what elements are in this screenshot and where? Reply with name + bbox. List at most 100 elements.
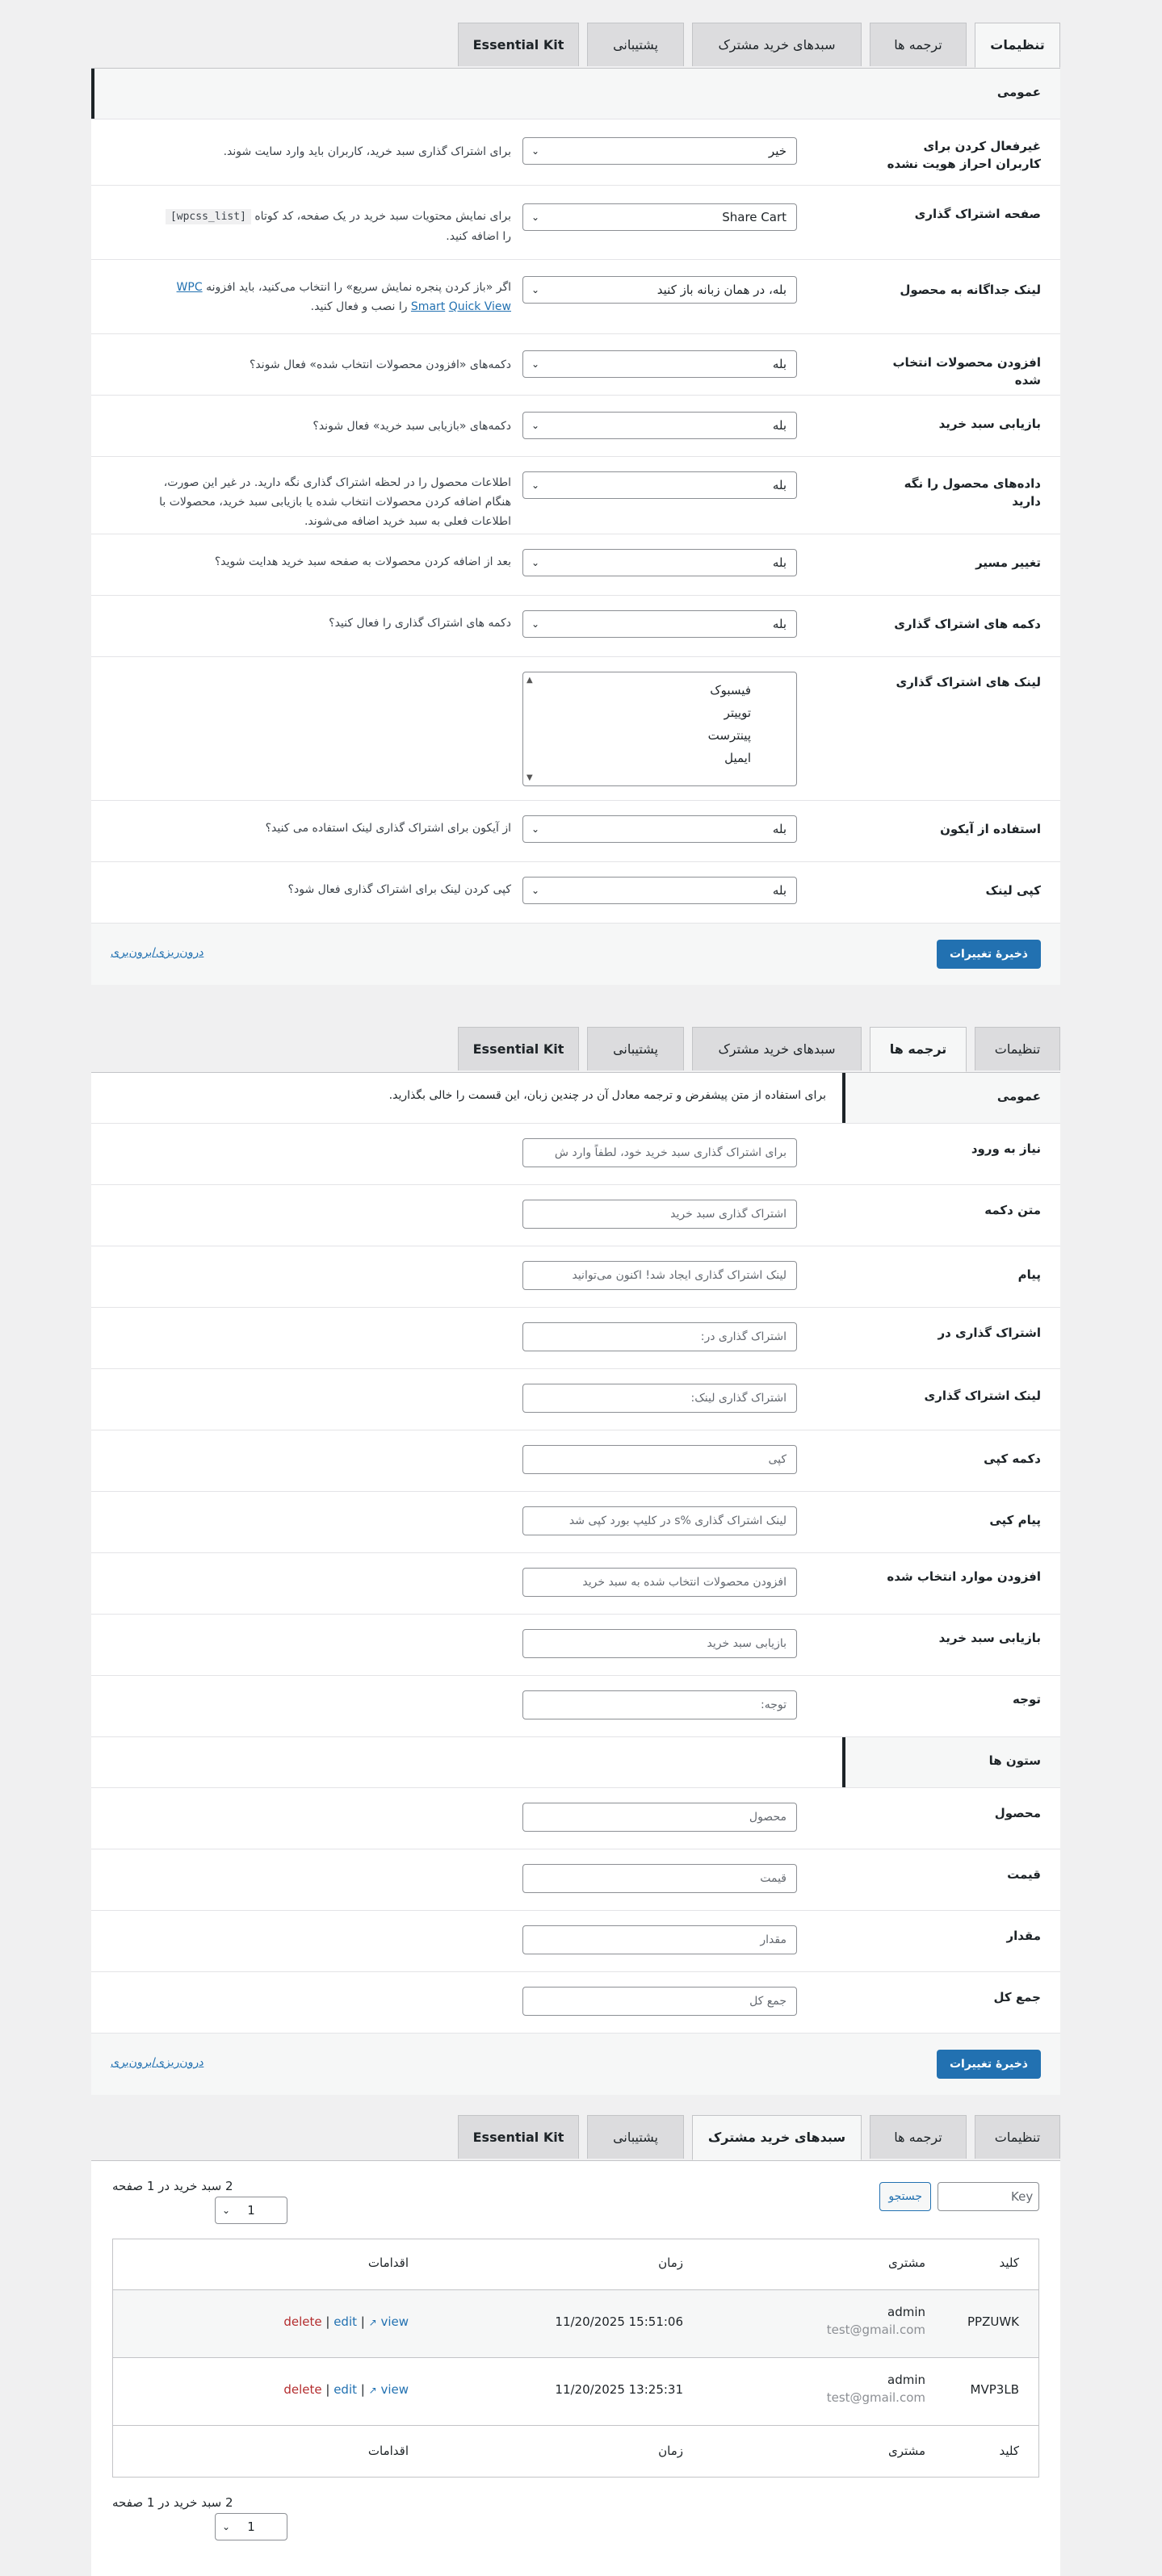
tab-settings[interactable]: تنظیمات bbox=[975, 1027, 1060, 1070]
text-input[interactable]: کپی bbox=[522, 1445, 797, 1474]
select-field[interactable]: Share Cart ⌄ bbox=[522, 203, 797, 231]
tab-shared-carts[interactable]: سبدهای خرید مشترک bbox=[692, 2115, 862, 2160]
column-header: اقدامات bbox=[367, 2256, 409, 2270]
import-export-link[interactable]: درون‌ریزی/برون‌بری bbox=[111, 2056, 203, 2069]
field-label: لینک اشتراک گذاری bbox=[924, 1389, 1041, 1403]
text-input[interactable]: توجه: bbox=[522, 1690, 797, 1719]
share-links-multiselect[interactable]: فیسبوک توییتر پینترست ایمیل ▲ ▼ bbox=[522, 672, 797, 786]
tab-essential-kit[interactable]: Essential Kit bbox=[458, 1027, 579, 1070]
delete-link[interactable]: delete bbox=[283, 2314, 321, 2329]
separator: | bbox=[325, 2314, 334, 2329]
view-link[interactable]: view bbox=[380, 2382, 409, 2397]
column-row: محصول محصول bbox=[91, 1787, 1060, 1849]
tab-shared-carts[interactable]: سبدهای خرید مشترک bbox=[692, 23, 862, 66]
import-export-link[interactable]: درون‌ریزی/برون‌بری bbox=[111, 946, 203, 959]
field-description: کپی کردن لینک برای اشتراک گذاری فعال شود… bbox=[287, 883, 511, 896]
tab-bar: تنظیمات ترجمه ها سبدهای خرید مشترک پشتیب… bbox=[91, 2115, 1060, 2160]
scrollbar[interactable]: ▲ ▼ bbox=[523, 672, 536, 785]
tab-support[interactable]: پشتیبانی bbox=[587, 23, 684, 66]
field-description: بعد از اضافه کردن محصولات به صفحه سبد خر… bbox=[214, 555, 511, 568]
tab-translations[interactable]: ترجمه ها bbox=[870, 23, 967, 66]
text-input[interactable]: افزودن محصولات انتخاب شده به سبد خرید bbox=[522, 1568, 797, 1597]
select-field[interactable]: بله ⌄ bbox=[522, 412, 797, 439]
select-field[interactable]: بله ⌄ bbox=[522, 877, 797, 904]
plugin-link[interactable]: Quick View bbox=[449, 300, 511, 313]
select-field[interactable]: بله ⌄ bbox=[522, 471, 797, 499]
select-field[interactable]: بله، در همان زبانه باز کنید ⌄ bbox=[522, 276, 797, 304]
view-link[interactable]: view bbox=[380, 2314, 409, 2329]
list-option[interactable]: فیسبوک bbox=[523, 679, 796, 702]
text-input[interactable]: بازیابی سبد خرید bbox=[522, 1629, 797, 1658]
tab-shared-carts[interactable]: سبدهای خرید مشترک bbox=[692, 1027, 862, 1070]
text-input[interactable]: اشتراک گذاری سبد خرید bbox=[522, 1200, 797, 1229]
section-title: ستون ها bbox=[988, 1753, 1041, 1768]
setting-row: لینک جداگانه به محصول بله، در همان زبانه… bbox=[91, 259, 1060, 333]
column-header: اقدامات bbox=[367, 2444, 409, 2458]
customer-name: admin bbox=[887, 2373, 925, 2387]
tab-support[interactable]: پشتیبانی bbox=[587, 1027, 684, 1070]
scroll-up-icon[interactable]: ▲ bbox=[526, 676, 533, 685]
external-link-icon[interactable]: ↗ bbox=[369, 2385, 377, 2396]
select-value: بله bbox=[772, 883, 787, 898]
field-label: پیام کپی bbox=[989, 1513, 1041, 1527]
column-header: مشتری bbox=[888, 2256, 925, 2270]
select-field[interactable]: بله ⌄ bbox=[522, 549, 797, 576]
save-button[interactable]: ذخیرهٔ تغییرات bbox=[936, 2050, 1041, 2079]
select-value: بله، در همان زبانه باز کنید bbox=[657, 283, 787, 297]
tab-essential-kit[interactable]: Essential Kit bbox=[458, 23, 579, 66]
translation-row: نیاز به ورود برای اشتراک گذاری سبد خرید … bbox=[91, 1123, 1060, 1184]
text-input[interactable]: جمع کل bbox=[522, 1987, 797, 2016]
tab-support[interactable]: پشتیبانی bbox=[587, 2115, 684, 2159]
select-field[interactable]: بله ⌄ bbox=[522, 610, 797, 638]
search-button[interactable]: جستجو bbox=[879, 2182, 931, 2211]
list-option[interactable]: ایمیل bbox=[523, 747, 796, 769]
shortcode: [wpcss_list] bbox=[165, 209, 251, 224]
field-description: برای اشتراک گذاری سبد خرید، کاربران باید… bbox=[223, 145, 511, 158]
external-link-icon[interactable]: ↗ bbox=[369, 2317, 377, 2328]
pager-text: 2 سبد خرید در 1 صفحه bbox=[112, 2179, 233, 2193]
tab-translations[interactable]: ترجمه ها bbox=[870, 2115, 967, 2159]
row-actions: delete | edit | ↗ view bbox=[283, 2382, 409, 2397]
text-input[interactable]: مقدار bbox=[522, 1925, 797, 1954]
page-select[interactable]: 1 ⌄ bbox=[215, 2513, 287, 2540]
tab-settings[interactable]: تنظیمات bbox=[975, 2115, 1060, 2159]
setting-label: داده‌های محصول را نگه دارید bbox=[904, 476, 1041, 509]
text-input[interactable]: محصول bbox=[522, 1803, 797, 1832]
field-label: مقدار bbox=[1006, 1929, 1041, 1943]
text-input[interactable]: برای اشتراک گذاری سبد خرید خود، لطفاً وا… bbox=[522, 1138, 797, 1167]
section-title-box: عمومی bbox=[842, 1073, 1060, 1123]
translation-row: اشتراک گذاری در اشتراک گذاری در: bbox=[91, 1307, 1060, 1368]
setting-row: استفاده از آیکون بله ⌄ از آیکون برای اشتر… bbox=[91, 800, 1060, 861]
setting-label: لینک های اشتراک گذاری bbox=[896, 675, 1041, 689]
translations-form: عمومی برای استفاده از متن پیشفرض و ترجمه… bbox=[91, 1072, 1060, 2095]
carts-table: کلید مشتری زمان اقدامات PPZUWK admin tes… bbox=[112, 2239, 1039, 2478]
list-option[interactable]: پینترست bbox=[523, 724, 796, 747]
form-footer: ذخیرهٔ تغییرات درون‌ریزی/برون‌بری bbox=[91, 923, 1060, 985]
setting-label: بازیابی سبد خرید bbox=[938, 417, 1041, 431]
list-option[interactable]: توییتر bbox=[523, 702, 796, 724]
field-label: متن دکمه bbox=[984, 1203, 1041, 1217]
text-input[interactable]: اشتراک گذاری در: bbox=[522, 1322, 797, 1351]
tab-translations[interactable]: ترجمه ها bbox=[870, 1027, 967, 1072]
scroll-down-icon[interactable]: ▼ bbox=[526, 773, 533, 782]
edit-link[interactable]: edit bbox=[333, 2314, 357, 2329]
page-select[interactable]: 1 ⌄ bbox=[215, 2197, 287, 2224]
select-field[interactable]: بله ⌄ bbox=[522, 350, 797, 378]
tab-essential-kit[interactable]: Essential Kit bbox=[458, 2115, 579, 2159]
delete-link[interactable]: delete bbox=[283, 2382, 321, 2397]
cart-time: 11/20/2025 15:51:06 bbox=[555, 2314, 683, 2329]
search-input[interactable]: Key bbox=[938, 2182, 1039, 2211]
tab-settings[interactable]: تنظیمات bbox=[975, 23, 1060, 68]
setting-row: افزودن محصولات انتخاب شده بله ⌄ دکمه‌های … bbox=[91, 333, 1060, 395]
select-field[interactable]: بله ⌄ bbox=[522, 815, 797, 843]
edit-link[interactable]: edit bbox=[333, 2382, 357, 2397]
cart-key: PPZUWK bbox=[967, 2314, 1019, 2329]
chevron-down-icon: ⌄ bbox=[531, 358, 540, 370]
save-button[interactable]: ذخیرهٔ تغییرات bbox=[936, 940, 1041, 969]
text-input[interactable]: قیمت bbox=[522, 1864, 797, 1893]
chevron-down-icon: ⌄ bbox=[222, 2205, 231, 2216]
text-input[interactable]: لینک اشتراک گذاری %s در کلیپ بورد کپی شد bbox=[522, 1506, 797, 1535]
text-input[interactable]: لینک اشتراک گذاری ایجاد شد! اکنون می‌توا… bbox=[522, 1261, 797, 1290]
select-field[interactable]: خیر ⌄ bbox=[522, 137, 797, 165]
text-input[interactable]: اشتراک گذاری لینک: bbox=[522, 1384, 797, 1413]
